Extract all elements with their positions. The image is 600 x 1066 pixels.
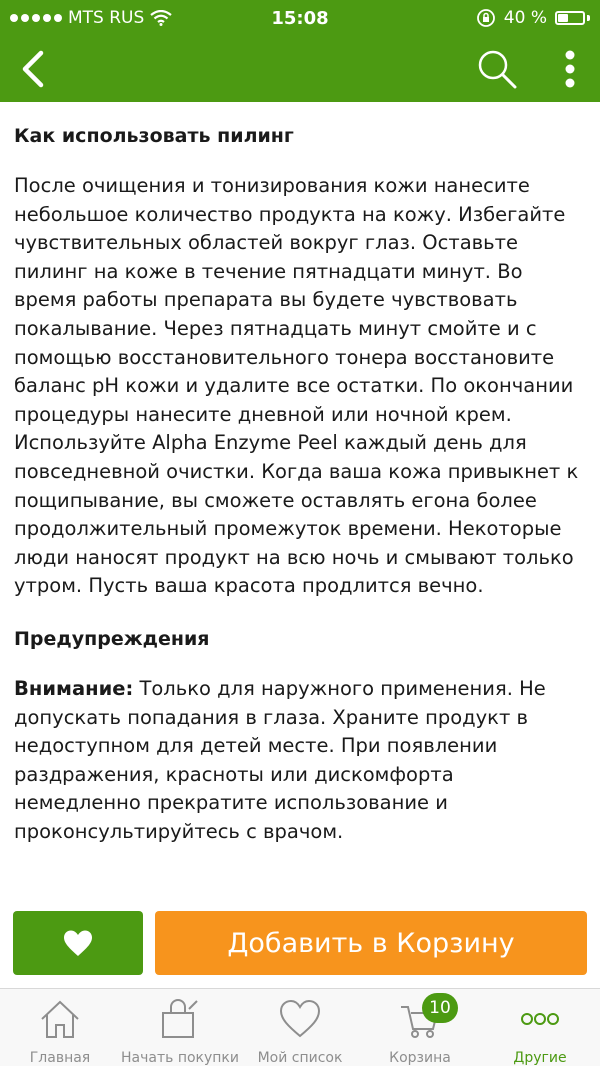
- tab-start-shopping[interactable]: Начать покупки: [120, 989, 240, 1066]
- more-dots-icon: [518, 997, 562, 1040]
- back-button[interactable]: [8, 44, 58, 94]
- wifi-icon: [150, 10, 172, 26]
- status-right: 40 %: [476, 8, 590, 28]
- tab-label: Другие: [513, 1050, 567, 1066]
- home-icon: [38, 997, 82, 1040]
- tab-label: Корзина: [389, 1050, 451, 1066]
- battery-percent: 40 %: [503, 8, 547, 28]
- tab-cart[interactable]: 10 Корзина: [360, 989, 480, 1066]
- cart-count-badge: 10: [422, 993, 458, 1023]
- heart-icon: [64, 930, 92, 956]
- add-to-cart-button[interactable]: Добавить в Корзину: [155, 911, 587, 975]
- more-vertical-icon: [565, 50, 575, 88]
- tab-my-list[interactable]: Мой список: [240, 989, 360, 1066]
- signal-strength-icon: [10, 14, 62, 22]
- nav-bar: [0, 36, 600, 102]
- tab-home[interactable]: Главная: [0, 989, 120, 1066]
- product-description: Как использовать пилинг После очищения и…: [0, 102, 600, 898]
- warnings-title: Предупреждения: [14, 627, 210, 650]
- heart-outline-icon: [278, 997, 322, 1040]
- battery-icon: [555, 11, 590, 25]
- tab-more[interactable]: Другие: [480, 989, 600, 1066]
- search-icon: [478, 50, 517, 89]
- status-bar: MTS RUS 15:08 40 %: [0, 0, 600, 36]
- chevron-left-icon: [22, 50, 44, 88]
- usage-title: Как использовать пилинг: [14, 125, 294, 147]
- add-to-wishlist-button[interactable]: [13, 911, 143, 975]
- action-bar: Добавить в Корзину: [0, 898, 600, 988]
- tab-label: Главная: [29, 1050, 91, 1066]
- search-button[interactable]: [470, 42, 524, 96]
- usage-text: После очищения и тонизирования кожи нане…: [14, 174, 579, 598]
- tab-bar: Главная Начать покупки Мой список 10 Кор…: [0, 988, 600, 1066]
- more-options-button[interactable]: [548, 42, 592, 96]
- carrier-name: MTS RUS: [68, 8, 145, 28]
- shopping-bag-icon: [158, 997, 202, 1040]
- status-left: MTS RUS: [10, 8, 172, 28]
- rotation-lock-icon: [476, 9, 495, 27]
- warning-paragraph: Внимание: Только для наружного применени…: [14, 675, 584, 847]
- tab-label: Начать покупки: [121, 1050, 239, 1066]
- tab-label: Мой список: [257, 1050, 343, 1066]
- warning-label: Внимание:: [14, 676, 134, 700]
- warning-text: Только для наружного применения. Не допу…: [14, 676, 546, 843]
